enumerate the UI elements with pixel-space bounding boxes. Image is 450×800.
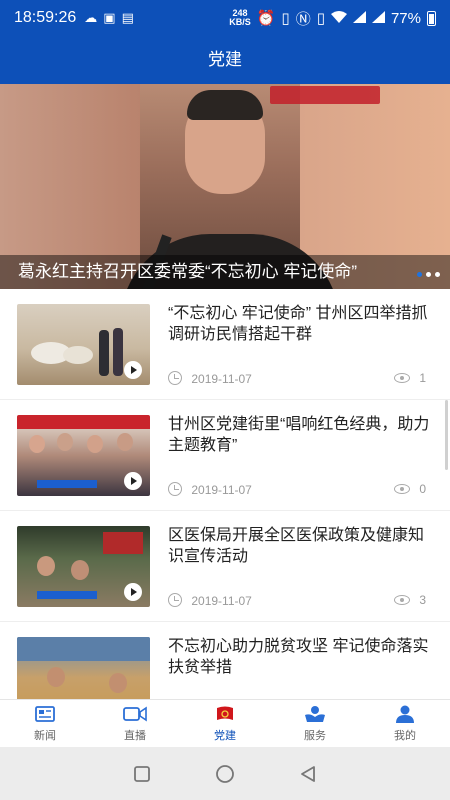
news-title: “不忘初心 牢记使命” 甘州区四举措抓调研访民情搭起干群 (168, 305, 428, 343)
eye-icon (393, 595, 410, 605)
image-icon: ▣ (103, 10, 116, 25)
signal-2-icon (371, 10, 385, 27)
carousel-indicator (417, 272, 440, 277)
news-list[interactable]: “不忘初心 牢记使命” 甘州区四举措抓调研访民情搭起干群 2019-11-07 … (0, 289, 450, 699)
news-meta: 2019-11-07 1 (168, 371, 426, 387)
tv-caption-strip (37, 591, 97, 599)
news-view-count: 1 (419, 371, 426, 385)
battery-percent: 77% (390, 9, 421, 27)
news-thumbnail (17, 637, 150, 699)
tab-mine[interactable]: 我的 (360, 700, 450, 747)
banner-decoration (270, 86, 380, 104)
recent-apps-button[interactable] (132, 764, 152, 784)
news-thumbnail (17, 526, 150, 607)
play-icon (124, 472, 142, 490)
tab-mine-label: 我的 (394, 730, 416, 742)
carousel-dot (417, 272, 422, 277)
network-speed-unit: KB/S (229, 17, 251, 27)
home-button[interactable] (215, 764, 235, 784)
video-icon (123, 704, 147, 724)
carousel-dot (426, 272, 431, 277)
tab-news-label: 新闻 (34, 730, 56, 742)
tab-live[interactable]: 直播 (90, 700, 180, 747)
tab-service[interactable]: 服务 (270, 700, 360, 747)
news-view-count: 3 (419, 593, 426, 607)
eye-icon (393, 484, 410, 494)
news-view-count: 0 (419, 482, 426, 496)
list-item[interactable]: 区医保局开展全区医保政策及健康知识宣传活动 2019-11-07 3 (0, 511, 450, 622)
back-button[interactable] (298, 764, 318, 784)
tab-party[interactable]: 党建 (180, 700, 270, 747)
page-title: 党建 (0, 36, 450, 84)
clock-icon (168, 593, 182, 607)
status-time: 18:59:26 (14, 9, 77, 26)
list-item[interactable]: 不忘初心助力脱贫攻坚 牢记使命落实扶贫举措 (0, 622, 450, 699)
vibrate-icon: ▯ (316, 10, 325, 27)
news-views: 3 (393, 593, 426, 607)
news-meta: 2019-11-07 3 (168, 593, 426, 609)
notification-icon: ▤ (121, 10, 134, 25)
news-thumbnail (17, 415, 150, 496)
news-icon (33, 704, 57, 724)
news-date: 2019-11-07 (191, 593, 252, 608)
news-date: 2019-11-07 (191, 371, 252, 386)
scrollbar[interactable] (445, 400, 448, 470)
carousel-dot (435, 272, 440, 277)
user-icon (393, 704, 417, 724)
list-item[interactable]: “不忘初心 牢记使命” 甘州区四举措抓调研访民情搭起干群 2019-11-07 … (0, 289, 450, 400)
news-date: 2019-11-07 (191, 482, 252, 497)
news-title: 甘州区党建街里“唱响红色经典，助力主题教育” (168, 416, 430, 454)
battery-icon (427, 10, 436, 26)
play-icon (124, 583, 142, 601)
party-flag-icon (213, 704, 237, 724)
news-views: 0 (393, 482, 426, 496)
banner-carousel[interactable]: 葛永红主持召开区委常委“不忘初心 牢记使命” (0, 84, 450, 289)
phone-icon: ▯ (281, 10, 290, 27)
nfc-icon: Ⓝ (295, 10, 311, 28)
network-speed: 248 KB/S (229, 9, 251, 27)
clock-icon (168, 371, 182, 385)
tv-caption-strip (37, 480, 97, 488)
news-meta: 2019-11-07 0 (168, 482, 426, 498)
tab-news[interactable]: 新闻 (0, 700, 90, 747)
tab-live-label: 直播 (124, 730, 146, 742)
service-icon (303, 704, 327, 724)
alarm-icon: ⏰ (256, 10, 276, 27)
list-item[interactable]: 甘州区党建街里“唱响红色经典，助力主题教育” 2019-11-07 0 (0, 400, 450, 511)
tab-service-label: 服务 (304, 730, 326, 742)
cloud-icon: ☁ (84, 10, 98, 25)
news-views: 1 (393, 371, 426, 385)
wifi-icon (330, 10, 347, 27)
bottom-tab-bar: 新闻 直播 党建 服务 我的 (0, 699, 450, 747)
signal-icon (352, 10, 366, 27)
system-nav-bar (0, 747, 450, 800)
tab-party-label: 党建 (214, 730, 236, 742)
play-icon (124, 361, 142, 379)
news-title: 不忘初心助力脱贫攻坚 牢记使命落实扶贫举措 (168, 638, 429, 676)
banner-person-hair (187, 90, 263, 120)
clock-icon (168, 482, 182, 496)
eye-icon (393, 373, 410, 383)
news-thumbnail (17, 304, 150, 385)
status-bar: 18:59:26 ☁ ▣ ▤ 248 KB/S ⏰ ▯ Ⓝ ▯ 77% (0, 0, 450, 36)
banner-caption: 葛永红主持召开区委常委“不忘初心 牢记使命” (0, 255, 450, 289)
news-title: 区医保局开展全区医保政策及健康知识宣传活动 (168, 527, 425, 565)
